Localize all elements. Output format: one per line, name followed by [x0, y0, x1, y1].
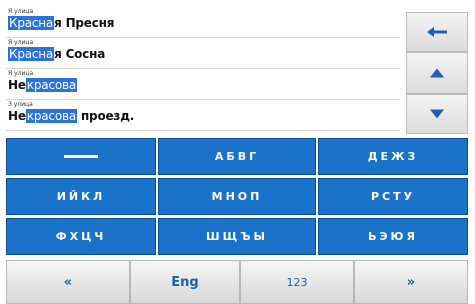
left-arrow-icon — [427, 27, 447, 37]
suggestion-text: Некрасова проезд. — [8, 109, 134, 124]
suggestion-text: Красная Пресня — [8, 16, 114, 31]
next-page-button[interactable]: » — [354, 260, 468, 304]
suggestion-item[interactable]: Я улица Красная Сосна — [6, 39, 400, 69]
suggestion-type: Я улица — [8, 8, 34, 15]
suggestion-type: З улица — [8, 101, 33, 108]
space-bar-icon — [64, 155, 98, 158]
suggestion-type: Я улица — [8, 70, 34, 77]
suggestion-suffix: я Сосна — [54, 47, 106, 61]
suggestion-item[interactable]: Я улица Некрасова — [6, 70, 400, 100]
suggestion-item[interactable]: З улица Некрасова проезд. — [6, 101, 400, 131]
suggestion-suffix: я Пресня — [54, 16, 115, 30]
triangle-down-icon — [430, 109, 444, 119]
suggestion-type: Я улица — [8, 39, 34, 46]
key-rstu[interactable]: РСТУ — [318, 178, 468, 215]
suggestion-list: Я улица Красная Пресня Я улица Красная С… — [6, 8, 400, 134]
suggestion-item[interactable]: Я улица Красная Пресня — [6, 8, 400, 38]
key-shshy[interactable]: ШЩЪЫ — [158, 218, 316, 255]
space-key[interactable] — [6, 138, 156, 175]
key-mnop[interactable]: МНОП — [158, 178, 316, 215]
language-button[interactable]: Eng — [130, 260, 240, 304]
suggestion-prefix: Не — [8, 78, 26, 92]
scroll-down-button[interactable] — [406, 94, 468, 134]
key-yeyuya[interactable]: ЬЭЮЯ — [318, 218, 468, 255]
key-iykl[interactable]: ИЙКЛ — [6, 178, 156, 215]
key-abvg[interactable]: АБВГ — [158, 138, 316, 175]
suggestion-match: красова — [25, 109, 77, 123]
suggestion-match: красова — [25, 78, 77, 92]
address-entry-screen: Я улица Красная Пресня Я улица Красная С… — [0, 0, 475, 304]
triangle-up-icon — [430, 68, 444, 78]
suggestion-text: Некрасова — [8, 78, 77, 93]
prev-page-button[interactable]: « — [6, 260, 130, 304]
suggestion-match: Красна — [8, 16, 55, 30]
suggestion-prefix: Не — [8, 109, 26, 123]
suggestion-text: Красная Сосна — [8, 47, 105, 62]
suggestion-suffix: проезд. — [76, 109, 135, 123]
digits-button[interactable]: 123 — [240, 260, 354, 304]
backspace-button[interactable] — [406, 12, 468, 52]
key-dezhz[interactable]: ДЕЖЗ — [318, 138, 468, 175]
suggestion-match: Красна — [8, 47, 55, 61]
scroll-up-button[interactable] — [406, 52, 468, 94]
key-fhcch[interactable]: ФХЦЧ — [6, 218, 156, 255]
